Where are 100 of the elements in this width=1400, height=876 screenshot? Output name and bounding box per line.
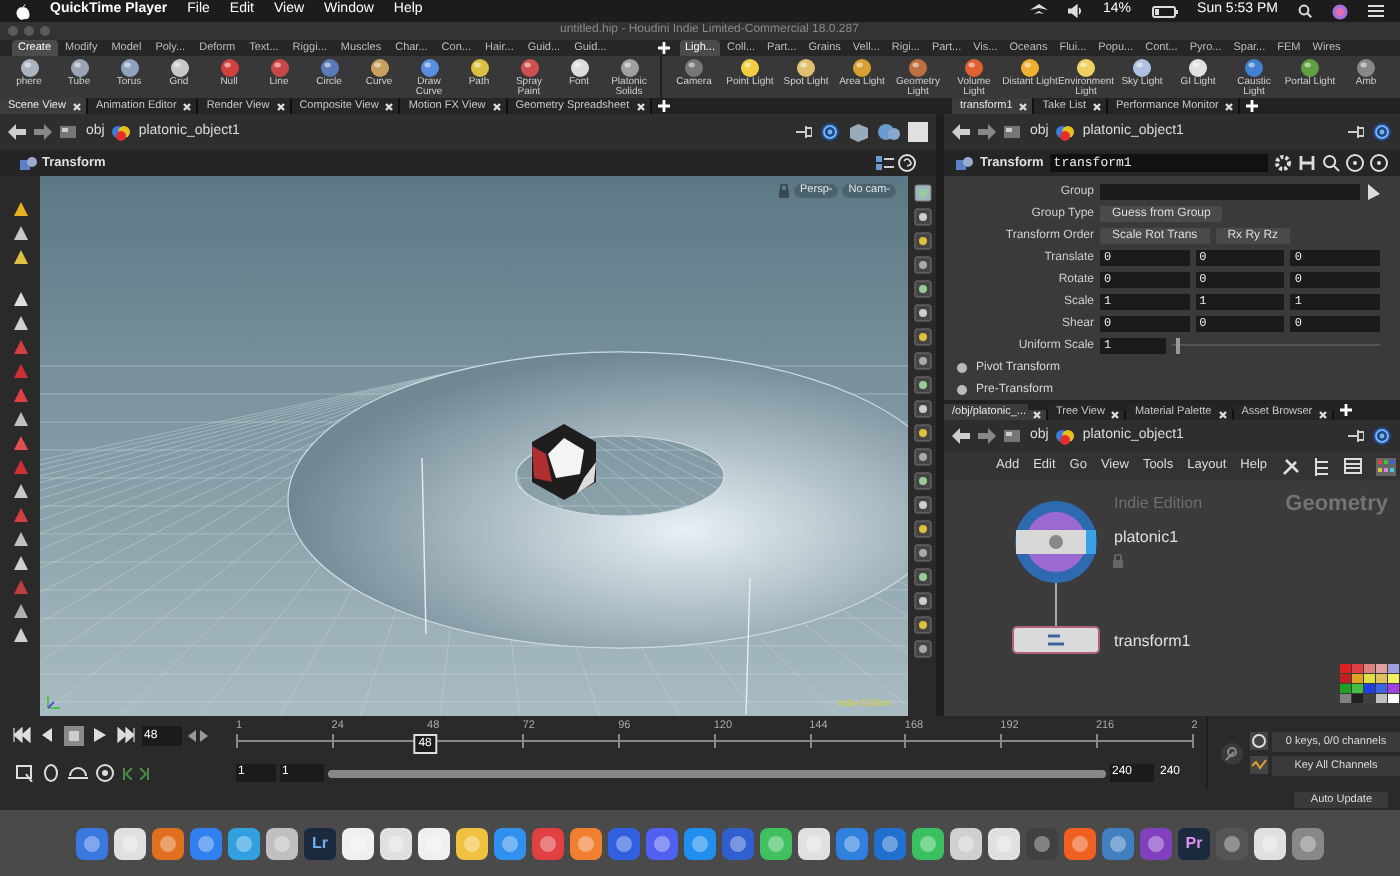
slider-handle[interactable] (1176, 338, 1181, 354)
dodecahedron-drawing (528, 422, 600, 502)
display-toggle-icon (913, 208, 931, 226)
shelf-tool-icon (119, 58, 139, 78)
forward-arrow-icon (978, 428, 996, 444)
close-icon (1110, 410, 1121, 420)
color-palette-swatches (1340, 664, 1400, 704)
spheres-icon (878, 122, 900, 142)
app-icon (228, 827, 260, 859)
app-icon (152, 827, 184, 859)
shelf-tool-icon (684, 58, 704, 78)
shelf-tool-icon (796, 58, 816, 78)
close-icon (1092, 101, 1103, 111)
key-icon (1220, 741, 1244, 765)
display-toggle-icon (913, 184, 931, 202)
shelf-tool-icon (319, 58, 339, 78)
close-icon (1032, 410, 1042, 420)
app-icon (380, 827, 412, 859)
range-slider-bar[interactable] (328, 769, 1106, 777)
shelf-tool-icon (908, 58, 928, 78)
shelf-tool-icon (19, 58, 39, 78)
app-icon (950, 827, 982, 859)
network-icon (1004, 124, 1022, 140)
display-toggle-icon (913, 376, 931, 394)
shelf-tool-icon (169, 58, 189, 78)
display-toggle-icon (913, 544, 931, 562)
app-icon (1064, 827, 1096, 859)
app-icon[interactable]: Lr (304, 827, 336, 859)
plus-icon (1340, 404, 1353, 416)
app-icon (836, 827, 868, 859)
group-field[interactable] (1100, 184, 1360, 200)
node-name-label: platonic1 (1114, 526, 1179, 550)
plus-icon (1246, 100, 1259, 112)
forward-arrow-icon (978, 124, 996, 140)
close-icon (1224, 101, 1235, 111)
shelf-tool-icon (619, 58, 639, 78)
network-background[interactable] (944, 480, 1400, 716)
close-icon (182, 101, 193, 111)
shelf-tool-icon (852, 58, 872, 78)
battery-icon (1151, 5, 1178, 17)
shelf-tool-icon (1188, 58, 1208, 78)
app-icon (418, 827, 450, 859)
link-icon (1372, 122, 1392, 142)
shelf-tool-icon (219, 58, 239, 78)
list-icon (1343, 458, 1362, 474)
shelf-tool-icon (1020, 58, 1040, 78)
display-toggle-icon (913, 520, 931, 538)
back-arrow-icon (952, 428, 970, 444)
speaker-icon (1067, 4, 1084, 18)
display-toggle-icon (913, 304, 931, 322)
back-arrow-icon (952, 124, 970, 140)
cube-icon (848, 122, 870, 142)
close-icon (275, 101, 286, 111)
display-toggle-icon (913, 496, 931, 514)
object-icon (112, 123, 131, 141)
app-icon (874, 827, 906, 859)
search-icon (1298, 4, 1312, 18)
shelf-tool-icon (1132, 58, 1152, 78)
display-toggle-icon (913, 400, 931, 418)
link-icon (820, 122, 840, 142)
skip-to-end-icon (116, 726, 136, 746)
close-icon (71, 101, 82, 111)
gear-icon (1274, 154, 1292, 172)
app-icon (1254, 827, 1286, 859)
shelf-tool-icon (269, 58, 289, 78)
plus-icon (657, 100, 670, 112)
app-icon (798, 827, 830, 859)
lock-icon (1112, 554, 1126, 568)
transform-tool-icon (20, 155, 38, 171)
display-toggle-icon (913, 256, 931, 274)
cursor-icon (1366, 184, 1380, 200)
curve-icon (1250, 756, 1268, 774)
play-icon (90, 726, 110, 746)
app-icon[interactable]: Pr (1178, 827, 1210, 859)
skip-to-start-icon (12, 726, 32, 746)
generator-node (1014, 500, 1098, 584)
pin-icon (796, 126, 812, 138)
shelf-tool-icon (69, 58, 89, 78)
object-icon (1056, 427, 1075, 445)
display-toggle-icon (913, 424, 931, 442)
node-name-label: transform1 (1114, 630, 1191, 654)
app-icon (114, 827, 146, 859)
display-options-icon (876, 154, 894, 172)
app-icon (76, 827, 108, 859)
app-icon (1026, 827, 1058, 859)
display-toggle-icon (913, 472, 931, 490)
color-grid-icon (1375, 457, 1396, 475)
app-icon (912, 827, 944, 859)
pin-icon (1348, 126, 1364, 138)
realtime-icon (42, 764, 60, 782)
close-icon (1318, 410, 1329, 420)
close-icon (635, 101, 646, 111)
display-toggle-icon (913, 616, 931, 634)
transform-node (1012, 626, 1100, 654)
close-icon (384, 101, 395, 111)
back-arrow-icon (8, 124, 26, 140)
shelf-tool-icon (1244, 58, 1264, 78)
apple-logo-icon (16, 3, 30, 19)
tools-icon (1281, 457, 1300, 475)
display-toggle-icon (913, 328, 931, 346)
